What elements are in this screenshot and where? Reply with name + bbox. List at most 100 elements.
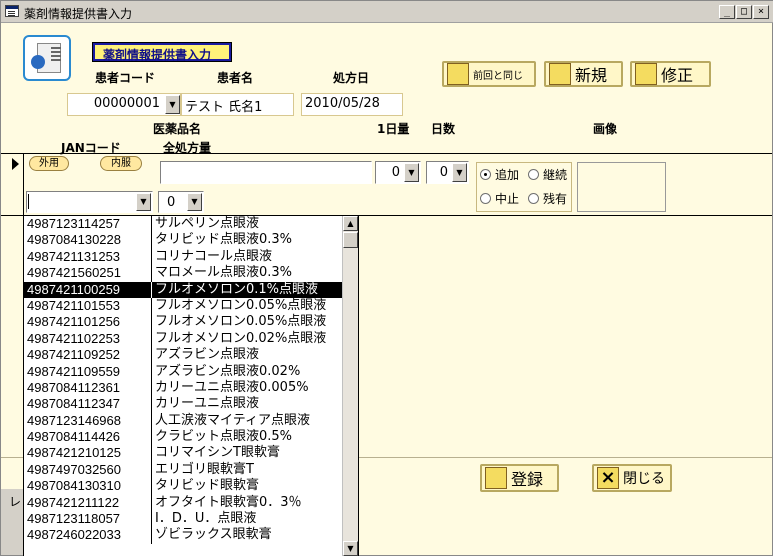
radio-remaining-circle[interactable] — [528, 193, 539, 204]
drug-list-item[interactable]: 4987421109559 アズラビン点眼液0.02% — [24, 363, 358, 381]
drug-list-item[interactable]: 4987421102253 フルオメソロン0.02%点眼液 — [24, 330, 358, 348]
radio-remaining[interactable]: 残有 — [528, 190, 567, 207]
list-scrollbar[interactable]: ▲ ▼ — [342, 216, 358, 556]
drug-list-item[interactable]: 4987084112361 カリーユニ点眼液0.005% — [24, 379, 358, 397]
radio-continue[interactable]: 継続 — [528, 166, 567, 183]
pencil-icon — [485, 467, 507, 489]
radio-add[interactable]: 追加 — [480, 166, 519, 183]
same-as-last-label: 前回と同じ — [473, 70, 523, 82]
daily-dose-value: 0 — [391, 165, 400, 180]
drug-list-item[interactable]: 4987421560251 マロメール点眼液0.3% — [24, 265, 358, 283]
drug-list-item[interactable]: 4987084114426 クラビット点眼液0.5% — [24, 429, 358, 447]
drug-list-item[interactable]: 4987246022033 ゾビラックス眼軟膏 — [24, 527, 358, 545]
close-label: 閉じる — [623, 471, 665, 487]
drug-name: アズラビン点眼液 — [151, 347, 259, 365]
drug-name: ゾビラックス眼軟膏 — [151, 527, 272, 545]
close-button[interactable]: × 閉じる — [592, 464, 672, 492]
drug-list-rows: 4987123114257 サルペリン点眼液 4987084130228 タリビッド点… — [24, 216, 358, 545]
drug-list-item[interactable]: 4987421101256 フルオメソロン0.05%点眼液 — [24, 314, 358, 332]
drug-name-input[interactable] — [160, 161, 372, 184]
drug-list-item[interactable]: 4987421109252 アズラビン点眼液 — [24, 347, 358, 365]
patient-name-value: テスト 氏名1 — [185, 100, 263, 115]
drug-name: オフタイト眼軟膏0．3％ — [151, 494, 302, 512]
drug-list-item[interactable]: 4987084130310 タリビッド眼軟膏 — [24, 478, 358, 496]
jan-dropdown-list[interactable]: 4987123114257 サルペリン点眼液 4987084130228 タリビッド点… — [23, 215, 359, 556]
same-as-last-button[interactable]: 前回と同じ — [442, 61, 536, 87]
drug-jan-code: 4987421100259 — [27, 281, 121, 297]
drug-jan-code: 4987084130228 — [27, 232, 121, 248]
internal-use-tag[interactable]: 内服 — [100, 156, 142, 171]
app-icon — [5, 5, 19, 17]
drug-name-header: 医薬品名 — [153, 122, 202, 136]
rx-date-field[interactable]: 2010/05/28 — [301, 93, 403, 116]
drug-name: フルオメソロン0.05%点眼液 — [151, 297, 326, 315]
form-logo-icon — [23, 35, 71, 81]
drug-name: フルオメソロン0.05%点眼液 — [151, 314, 326, 332]
drug-jan-code: 4987421101256 — [27, 314, 121, 330]
row-top-divider — [1, 153, 772, 154]
drug-list-item[interactable]: 4987421131253 コリナコール点眼液 — [24, 248, 358, 266]
radio-stop-circle[interactable] — [480, 193, 491, 204]
radio-continue-circle[interactable] — [528, 169, 539, 180]
jan-code-combo[interactable] — [26, 191, 153, 213]
form-heading: 薬剤情報提供書入力 — [92, 42, 232, 62]
new-button[interactable]: 新規 — [544, 61, 623, 87]
patient-code-dropdown-button[interactable]: ▼ — [165, 95, 180, 114]
jan-code-dropdown-button[interactable]: ▼ — [136, 193, 151, 211]
quantity-dropdown-button[interactable]: ▼ — [187, 193, 202, 211]
scroll-thumb[interactable] — [343, 232, 358, 248]
window-title: 薬剤情報提供書入力 — [24, 7, 133, 21]
register-button[interactable]: 登録 — [480, 464, 559, 492]
drug-list-item[interactable]: 4987497032560 エリゴリ眼軟膏T — [24, 461, 358, 479]
drug-name: コリマイシンT眼軟膏 — [151, 445, 280, 463]
daily-dose-dropdown-button[interactable]: ▼ — [404, 163, 419, 182]
drug-list-item[interactable]: 4987421100259 フルオメソロン0.1%点眼液 — [24, 281, 358, 299]
drug-name: エリゴリ眼軟膏T — [151, 461, 254, 479]
drug-name: クラビット点眼液0.5% — [151, 429, 292, 447]
radio-add-label: 追加 — [495, 168, 520, 182]
drug-list-item[interactable]: 4987084112347 カリーユニ点眼液 — [24, 396, 358, 414]
scroll-down-button[interactable]: ▼ — [343, 541, 358, 556]
rx-date-label: 処方日 — [333, 71, 370, 85]
patient-code-label: 患者コード — [95, 71, 156, 85]
drug-name: I．D．U．点眼液 — [151, 511, 256, 529]
drug-jan-code: 4987084114426 — [27, 429, 121, 445]
status-bar: レ — [1, 489, 23, 555]
drug-list-item[interactable]: 4987421101553 フルオメソロン0.05%点眼液 — [24, 297, 358, 315]
drug-list-item[interactable]: 4987084130228 タリビッド点眼液0.3% — [24, 232, 358, 250]
scroll-up-button[interactable]: ▲ — [343, 216, 358, 231]
maximize-button[interactable]: □ — [736, 5, 752, 19]
new-label: 新規 — [575, 66, 608, 85]
drug-list-item[interactable]: 4987123118057 I．D．U．点眼液 — [24, 511, 358, 529]
drug-jan-code: 4987246022033 — [27, 527, 121, 543]
drug-list-item[interactable]: 4987123146968 人工涙液マイティア点眼液 — [24, 412, 358, 430]
minimize-button[interactable]: _ — [719, 5, 735, 19]
days-dropdown-button[interactable]: ▼ — [452, 163, 467, 182]
patient-code-field[interactable]: 00000001 — [67, 93, 181, 116]
radio-add-circle[interactable] — [480, 169, 491, 180]
external-use-tag[interactable]: 外用 — [29, 156, 69, 171]
register-label: 登録 — [511, 470, 544, 489]
external-use-label: 外用 — [39, 158, 59, 169]
drug-list-item[interactable]: 4987123114257 サルペリン点眼液 — [24, 216, 358, 233]
radio-continue-label: 継続 — [543, 168, 568, 182]
drug-list-item[interactable]: 4987421210125 コリマイシンT眼軟膏 — [24, 445, 358, 463]
drug-list-item[interactable]: 4987421211122 オフタイト眼軟膏0．3％ — [24, 494, 358, 512]
daily-dose-header: 1日量 — [377, 122, 410, 136]
record-selector-icon[interactable] — [12, 158, 19, 170]
drug-jan-code: 4987084112361 — [27, 379, 121, 395]
new-document-icon — [549, 63, 571, 85]
rx-date-value: 2010/05/28 — [305, 96, 380, 111]
drug-image-box — [577, 162, 666, 212]
close-window-button[interactable]: × — [753, 5, 769, 19]
drug-name: アズラビン点眼液0.02% — [151, 363, 300, 381]
patient-name-field[interactable]: テスト 氏名1 — [181, 93, 294, 116]
radio-stop[interactable]: 中止 — [480, 190, 519, 207]
edit-button[interactable]: 修正 — [630, 61, 711, 87]
edit-label: 修正 — [661, 66, 694, 85]
drug-jan-code: 4987084130310 — [27, 478, 121, 494]
drug-jan-code: 4987421102253 — [27, 330, 121, 346]
drug-jan-code: 4987421210125 — [27, 445, 121, 461]
status-radio-group: 追加 継続 中止 残有 — [476, 162, 572, 212]
drug-name: フルオメソロン0.02%点眼液 — [151, 330, 326, 348]
